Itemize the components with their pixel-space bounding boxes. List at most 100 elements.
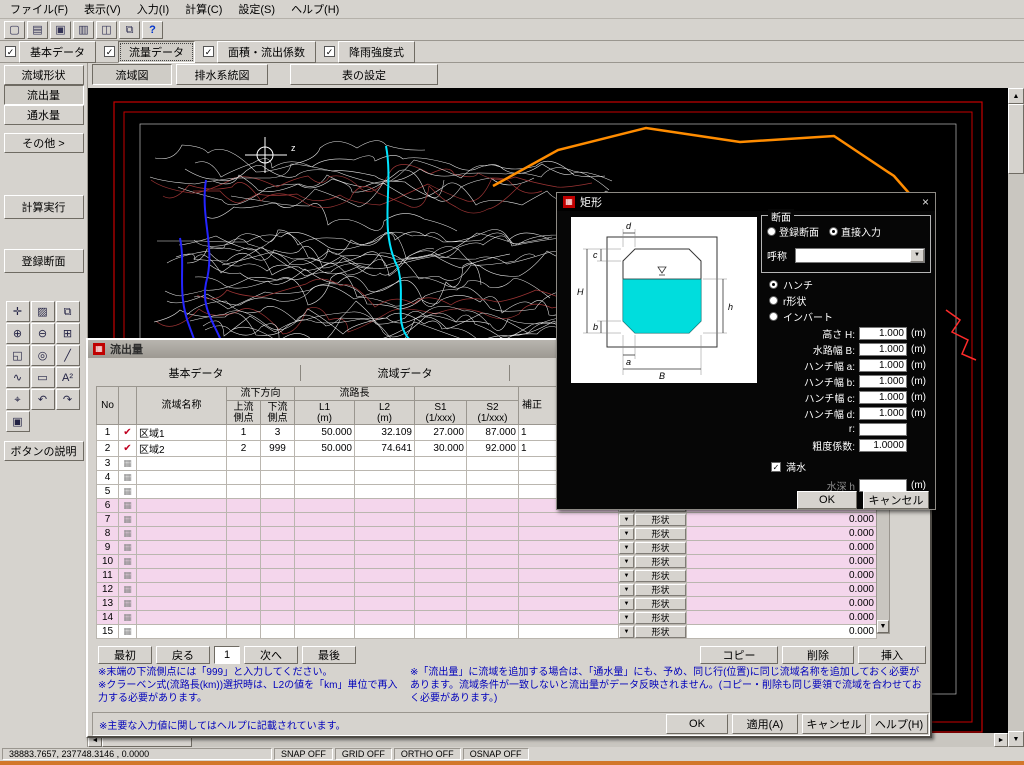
basin-name-cell[interactable] bbox=[137, 457, 227, 471]
s2-cell[interactable] bbox=[467, 485, 519, 499]
shape-value-cell[interactable]: 0.000 bbox=[687, 527, 877, 541]
shape-combo-cell[interactable]: ▼ bbox=[619, 527, 635, 541]
basin-name-cell[interactable] bbox=[137, 583, 227, 597]
zoom-dynamic-icon[interactable]: ◎ bbox=[31, 345, 55, 366]
l1-cell[interactable] bbox=[295, 485, 355, 499]
view-tab[interactable]: 流域図 bbox=[92, 64, 172, 85]
basin-name-cell[interactable] bbox=[137, 541, 227, 555]
row-select-cell[interactable]: ✔ bbox=[119, 441, 137, 457]
shape-combo-cell[interactable]: ▼ bbox=[619, 611, 635, 625]
correction-cell[interactable] bbox=[519, 611, 619, 625]
s2-cell[interactable] bbox=[467, 499, 519, 513]
undo-icon[interactable]: ↶ bbox=[31, 389, 55, 410]
l1-cell[interactable] bbox=[295, 583, 355, 597]
checkbox-icon[interactable]: ✓ bbox=[104, 46, 115, 57]
sidebar-item[interactable]: 通水量 bbox=[4, 105, 84, 125]
shape-combo-cell[interactable]: ▼ bbox=[619, 541, 635, 555]
basin-name-cell[interactable] bbox=[137, 527, 227, 541]
shape-value-cell[interactable]: 0.000 bbox=[687, 625, 877, 639]
copy-button[interactable]: コピー bbox=[700, 646, 778, 664]
shape-button-cell[interactable]: 形状 bbox=[635, 555, 687, 569]
shape-button-cell[interactable]: 形状 bbox=[635, 541, 687, 555]
correction-cell[interactable] bbox=[519, 513, 619, 527]
water-depth-input[interactable] bbox=[859, 479, 907, 492]
shape-button[interactable]: 形状 bbox=[635, 598, 686, 610]
chevron-down-icon[interactable]: ▼ bbox=[619, 612, 634, 624]
l2-cell[interactable] bbox=[355, 597, 415, 611]
sidebar-item[interactable]: その他 > bbox=[4, 133, 84, 153]
new-icon[interactable]: ▢ bbox=[4, 21, 25, 39]
downstream-point-cell[interactable] bbox=[261, 569, 295, 583]
row-select-cell[interactable]: ▦ bbox=[119, 457, 137, 471]
basin-name-cell[interactable] bbox=[137, 513, 227, 527]
s2-cell[interactable] bbox=[467, 541, 519, 555]
shape-combo-cell[interactable]: ▼ bbox=[619, 513, 635, 527]
l1-cell[interactable] bbox=[295, 513, 355, 527]
downstream-point-cell[interactable] bbox=[261, 485, 295, 499]
l2-cell[interactable] bbox=[355, 527, 415, 541]
downstream-point-cell[interactable] bbox=[261, 471, 295, 485]
downstream-point-cell[interactable] bbox=[261, 583, 295, 597]
basin-name-cell[interactable] bbox=[137, 597, 227, 611]
shape-button[interactable]: 形状 bbox=[635, 626, 686, 638]
scroll-right-icon[interactable]: ► bbox=[994, 733, 1008, 747]
shape-value-cell[interactable]: 0.000 bbox=[687, 611, 877, 625]
l1-cell[interactable] bbox=[295, 611, 355, 625]
shape-value-cell[interactable]: 0.000 bbox=[687, 541, 877, 555]
zoom-window-icon[interactable]: ⊞ bbox=[56, 323, 80, 344]
row-select-cell[interactable]: ▦ bbox=[119, 597, 137, 611]
chevron-down-icon[interactable]: ▼ bbox=[619, 584, 634, 596]
downstream-point-cell[interactable] bbox=[261, 457, 295, 471]
row-select-cell[interactable]: ▦ bbox=[119, 569, 137, 583]
shape-combo-cell[interactable]: ▼ bbox=[619, 625, 635, 639]
correction-cell[interactable] bbox=[519, 569, 619, 583]
basin-name-cell[interactable] bbox=[137, 499, 227, 513]
s2-cell[interactable] bbox=[467, 569, 519, 583]
shape-button-cell[interactable]: 形状 bbox=[635, 611, 687, 625]
shape-value-cell[interactable]: 0.000 bbox=[687, 513, 877, 527]
l1-cell[interactable]: 50.000 bbox=[295, 441, 355, 457]
s1-cell[interactable] bbox=[415, 541, 467, 555]
dimension-input[interactable] bbox=[859, 407, 907, 420]
s1-cell[interactable] bbox=[415, 597, 467, 611]
scrollbar-thumb[interactable] bbox=[1008, 104, 1024, 174]
chevron-down-icon[interactable]: ▼ bbox=[619, 556, 634, 568]
delete-button[interactable]: 削除 bbox=[782, 646, 854, 664]
s2-cell[interactable] bbox=[467, 597, 519, 611]
shape-button[interactable]: 形状 bbox=[635, 556, 686, 568]
upstream-point-cell[interactable] bbox=[227, 611, 261, 625]
upstream-point-cell[interactable] bbox=[227, 527, 261, 541]
row-select-cell[interactable]: ▦ bbox=[119, 583, 137, 597]
filter-label[interactable]: 流量データ bbox=[118, 41, 195, 63]
upstream-point-cell[interactable]: 2 bbox=[227, 441, 261, 457]
shape-type-radio[interactable]: インバート bbox=[769, 309, 833, 324]
checkbox-icon[interactable]: ✓ bbox=[203, 46, 214, 57]
shape-combo-cell[interactable]: ▼ bbox=[619, 555, 635, 569]
downstream-point-cell[interactable] bbox=[261, 597, 295, 611]
apply-button[interactable]: 適用(A) bbox=[732, 714, 798, 734]
dimension-input[interactable] bbox=[859, 359, 907, 372]
copy-icon[interactable]: ⧉ bbox=[119, 21, 140, 39]
l1-cell[interactable] bbox=[295, 471, 355, 485]
open-icon[interactable]: ▤ bbox=[27, 21, 48, 39]
menu-item[interactable]: 設定(S) bbox=[230, 0, 283, 19]
pan-icon[interactable]: ✛ bbox=[6, 301, 30, 322]
shape-value-cell[interactable]: 0.000 bbox=[687, 583, 877, 597]
l2-cell[interactable] bbox=[355, 541, 415, 555]
chevron-down-icon[interactable]: ▼ bbox=[910, 249, 924, 262]
row-select-cell[interactable]: ▦ bbox=[119, 527, 137, 541]
menu-item[interactable]: 入力(I) bbox=[129, 0, 177, 19]
shape-button-cell[interactable]: 形状 bbox=[635, 597, 687, 611]
last-page-button[interactable]: 最後 bbox=[302, 646, 356, 664]
measure-icon[interactable]: ▭ bbox=[31, 367, 55, 388]
sidebar-item[interactable]: 流域形状 bbox=[4, 65, 84, 85]
basin-name-cell[interactable] bbox=[137, 625, 227, 639]
upstream-point-cell[interactable] bbox=[227, 597, 261, 611]
upstream-point-cell[interactable] bbox=[227, 541, 261, 555]
chevron-down-icon[interactable]: ▼ bbox=[619, 542, 634, 554]
l1-cell[interactable] bbox=[295, 527, 355, 541]
dialog-tab[interactable]: 基本データ bbox=[96, 363, 296, 383]
correction-cell[interactable] bbox=[519, 527, 619, 541]
shape-button[interactable]: 形状 bbox=[635, 542, 686, 554]
shape-value-cell[interactable]: 0.000 bbox=[687, 555, 877, 569]
